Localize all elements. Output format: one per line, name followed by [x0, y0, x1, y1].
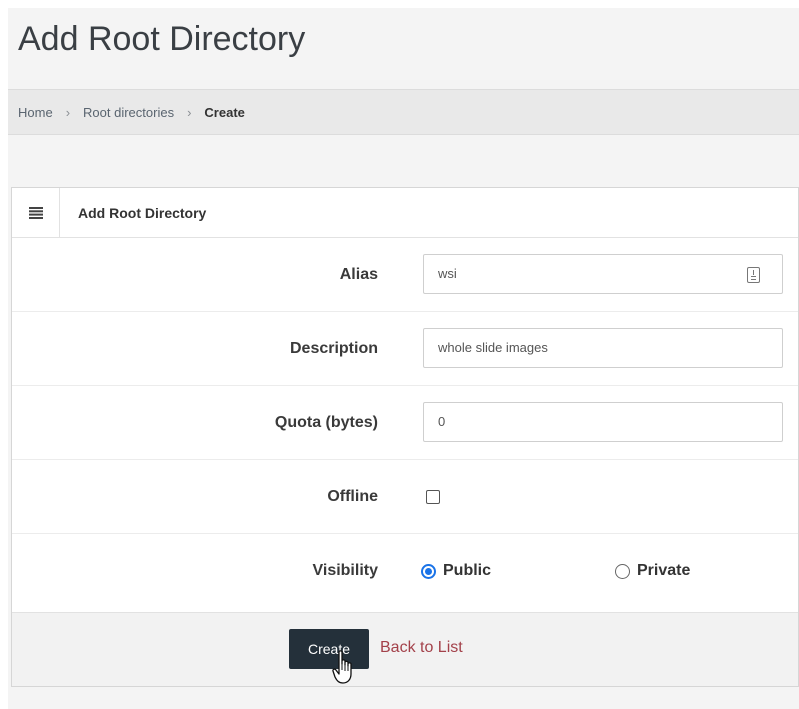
breadcrumb-home-link[interactable]: Home	[18, 105, 53, 120]
private-radio[interactable]	[615, 563, 630, 579]
breadcrumb-separator: ›	[187, 104, 192, 120]
alias-value: wsi	[438, 266, 457, 281]
form-row-offline: Offline	[12, 460, 798, 534]
visibility-label: Visibility	[312, 562, 378, 579]
alias-label: Alias	[339, 266, 378, 283]
public-radio[interactable]	[421, 563, 436, 579]
breadcrumb-separator: ›	[65, 104, 71, 120]
form-row-visibility: Visibility Public Private	[12, 534, 798, 608]
quota-label: Quota (bytes)	[274, 414, 378, 431]
form-row-quota: Quota (bytes) 0	[12, 386, 798, 460]
breadcrumb: Home › Root directories › Create	[8, 89, 799, 135]
quota-value: 0	[438, 414, 446, 429]
card-title: Add Root Directory	[78, 204, 207, 221]
quota-input[interactable]: 0	[423, 402, 783, 442]
list-icon	[12, 187, 60, 238]
description-label: Description	[289, 340, 378, 357]
form-row-description: Description whole slide images	[12, 312, 798, 386]
create-button[interactable]: Create	[289, 629, 369, 669]
public-radio-label[interactable]: Public	[443, 562, 491, 580]
page-background: Add Root Directory Home › Root directori…	[8, 8, 799, 709]
form-actions: Create Back to List	[12, 612, 798, 686]
alias-input[interactable]: wsi	[423, 254, 783, 294]
card-header: Add Root Directory	[12, 187, 798, 238]
offline-label: Offline	[327, 488, 378, 505]
offline-checkbox[interactable]	[426, 490, 440, 504]
page-title: Add Root Directory	[18, 20, 306, 58]
form-card: Add Root Directory Alias wsi Description…	[11, 187, 799, 687]
hand-cursor-icon	[332, 650, 352, 684]
visibility-option-private[interactable]: Private	[615, 534, 690, 608]
breadcrumb-current: Create	[204, 104, 245, 120]
private-radio-label[interactable]: Private	[637, 562, 690, 580]
breadcrumb-root-directories-link[interactable]: Root directories	[83, 105, 174, 120]
description-input[interactable]: whole slide images	[423, 328, 783, 368]
visibility-option-public[interactable]: Public	[421, 534, 491, 608]
back-to-list-link[interactable]: Back to List	[380, 639, 463, 657]
password-manager-icon[interactable]	[747, 267, 760, 283]
form-row-alias: Alias wsi	[12, 238, 798, 312]
description-value: whole slide images	[438, 340, 548, 355]
